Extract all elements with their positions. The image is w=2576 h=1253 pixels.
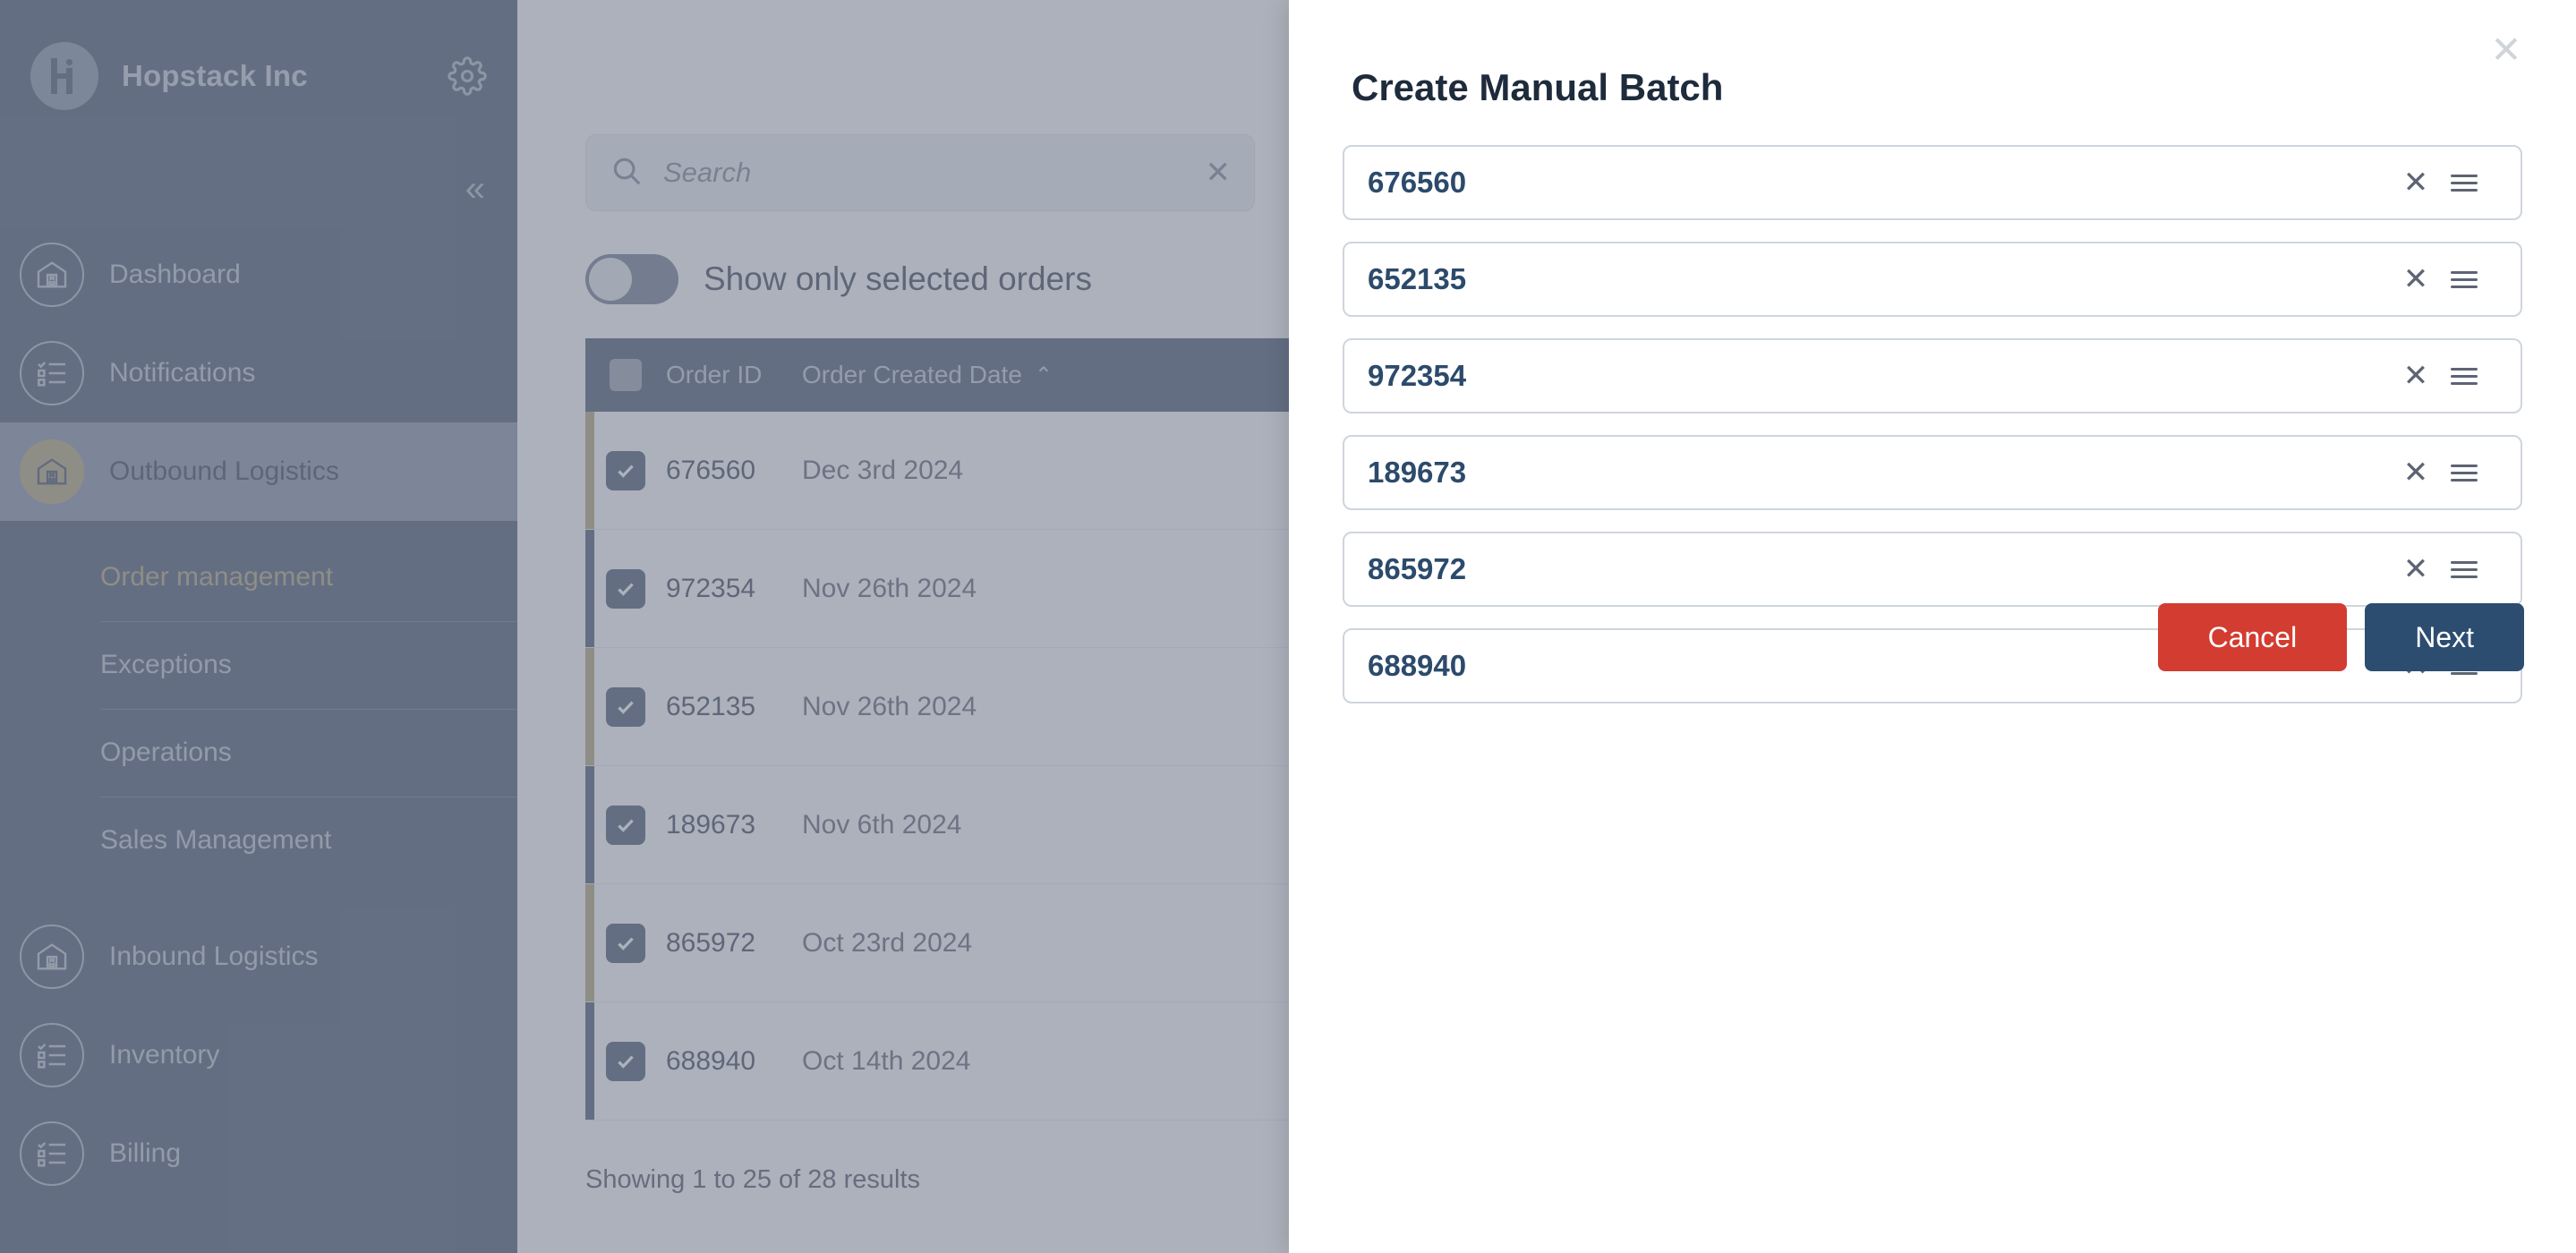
batch-order-id: 652135 [1368,262,1467,295]
dialog-title: Create Manual Batch [1352,66,1724,108]
app-root: Hopstack Inc « [0,0,2576,1253]
remove-order-icon[interactable]: ✕ [2395,361,2436,391]
remove-order-icon[interactable]: ✕ [2395,264,2436,294]
remove-order-icon[interactable]: ✕ [2395,457,2436,488]
batch-order-row[interactable]: 972354 ✕ [1343,338,2522,413]
dialog-actions: Cancel Next [2157,603,2524,671]
remove-order-icon[interactable]: ✕ [2395,554,2436,584]
drag-handle-icon[interactable] [2436,267,2492,293]
batch-order-row[interactable]: 652135 ✕ [1343,242,2522,317]
drag-handle-icon[interactable] [2436,557,2492,583]
batch-order-id: 189673 [1368,456,1467,489]
modal-overlay[interactable] [0,0,1289,1253]
cancel-button[interactable]: Cancel [2157,603,2348,671]
batch-order-row[interactable]: 189673 ✕ [1343,435,2522,510]
batch-order-id: 676560 [1368,166,1467,199]
batch-order-row[interactable]: 676560 ✕ [1343,145,2522,220]
batch-order-id: 972354 [1368,359,1467,392]
drag-handle-icon[interactable] [2436,170,2492,196]
batch-order-row[interactable]: 865972 ✕ [1343,532,2522,607]
remove-order-icon[interactable]: ✕ [2395,167,2436,198]
drag-handle-icon[interactable] [2436,363,2492,389]
next-button[interactable]: Next [2365,603,2524,671]
drag-handle-icon[interactable] [2436,460,2492,486]
close-icon[interactable]: ✕ [2483,27,2529,73]
batch-order-id: 865972 [1368,552,1467,585]
create-manual-batch-dialog: ✕ Create Manual Batch 676560 ✕ 652135 ✕ … [1289,0,2576,1253]
